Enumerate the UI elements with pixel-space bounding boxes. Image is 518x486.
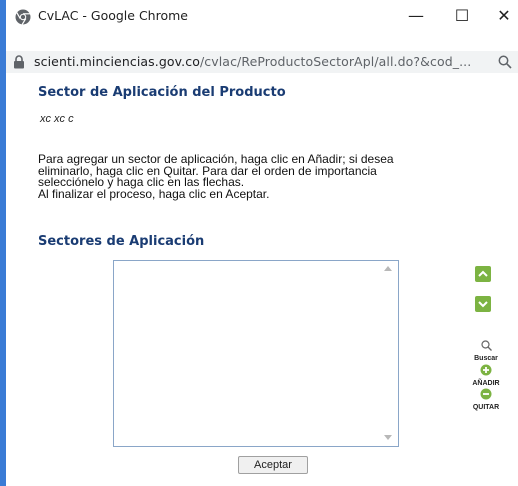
product-name: xc xc c xyxy=(40,113,74,125)
search-button[interactable]: Buscar xyxy=(466,336,506,362)
remove-label: QUITAR xyxy=(472,404,500,411)
instructions: Para agregar un sector de aplicación, ha… xyxy=(38,153,478,201)
address-bar[interactable]: scienti.minciencias.gov.co/cvlac/ReProdu… xyxy=(6,51,518,73)
section-title: Sector de Aplicación del Producto xyxy=(38,85,286,100)
close-button[interactable]: ✕ xyxy=(482,2,518,30)
minus-circle-icon xyxy=(480,388,492,400)
plus-circle-icon xyxy=(480,364,492,376)
move-down-button[interactable] xyxy=(475,296,491,312)
url-path: /cvlac/ReProductoSectorApl/all.do?&cod_.… xyxy=(199,54,472,69)
chevron-down-icon xyxy=(478,301,488,308)
page-content: Sector de Aplicación del Producto xc xc … xyxy=(6,73,518,486)
sectors-listbox[interactable] xyxy=(113,260,399,447)
chevron-up-icon xyxy=(478,270,488,277)
move-up-button[interactable] xyxy=(475,266,491,282)
zoom-icon[interactable] xyxy=(498,55,512,69)
url-host: scienti.minciencias.gov.co xyxy=(34,54,200,69)
instruction-line: Al finalizar el proceso, haga clic en Ac… xyxy=(38,186,270,201)
url-text[interactable]: scienti.minciencias.gov.co/cvlac/ReProdu… xyxy=(34,54,471,69)
scroll-up-arrow[interactable] xyxy=(384,266,392,271)
maximize-button[interactable]: ☐ xyxy=(440,2,484,30)
remove-button[interactable]: QUITAR xyxy=(466,385,506,411)
window-title: CvLAC - Google Chrome xyxy=(38,8,188,23)
title-bar: CvLAC - Google Chrome — ☐ ✕ xyxy=(6,0,518,46)
add-button[interactable]: AÑADIR xyxy=(466,361,506,387)
search-icon xyxy=(480,340,492,351)
scroll-down-arrow[interactable] xyxy=(384,435,392,440)
sectors-title: Sectores de Aplicación xyxy=(38,234,205,249)
chrome-logo-icon xyxy=(15,9,31,25)
accept-button[interactable]: Aceptar xyxy=(238,456,308,474)
lock-icon[interactable] xyxy=(13,55,25,69)
minimize-button[interactable]: — xyxy=(394,2,438,30)
